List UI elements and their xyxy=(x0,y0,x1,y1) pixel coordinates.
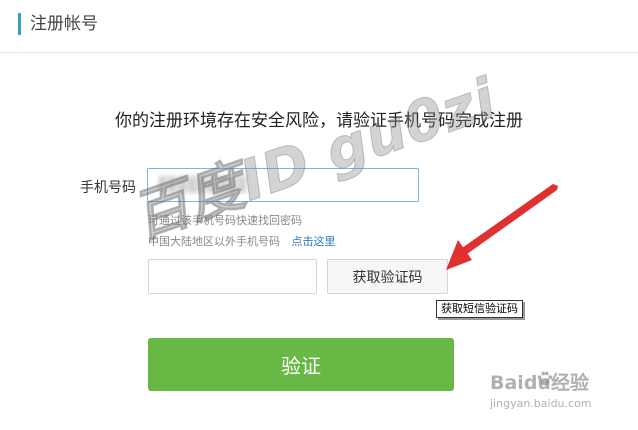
overseas-hint-text: 中国大陆地区以外手机号码 xyxy=(148,235,280,248)
phone-hint: 可通过该手机号码快速找回密码 xyxy=(148,214,302,227)
baidu-jingyan-logo: Baidu经验 jingyan.baidu.com xyxy=(490,368,630,422)
page-header: 注册帐号 xyxy=(0,0,638,53)
blurred-phone-number xyxy=(159,176,247,193)
overseas-hint: 中国大陆地区以外手机号码 点击这里 xyxy=(148,233,336,249)
verify-button[interactable]: 验证 xyxy=(148,338,454,391)
phone-label: 手机号码 xyxy=(80,180,136,196)
page-title: 注册帐号 xyxy=(30,14,98,34)
security-warning: 你的注册环境存在安全风险，请验证手机号码完成注册 xyxy=(115,111,523,131)
verification-code-input[interactable] xyxy=(148,259,317,294)
get-code-tooltip: 获取短信验证码 xyxy=(436,300,523,318)
click-here-link[interactable]: 点击这里 xyxy=(292,235,336,248)
brand-site: jingyan.baidu.com xyxy=(490,397,592,410)
brand-text: Baidu经验 xyxy=(490,372,589,394)
baidu-paw-icon xyxy=(537,371,553,386)
header-accent-bar xyxy=(18,13,21,35)
get-code-button[interactable]: 获取验证码 xyxy=(327,259,448,294)
